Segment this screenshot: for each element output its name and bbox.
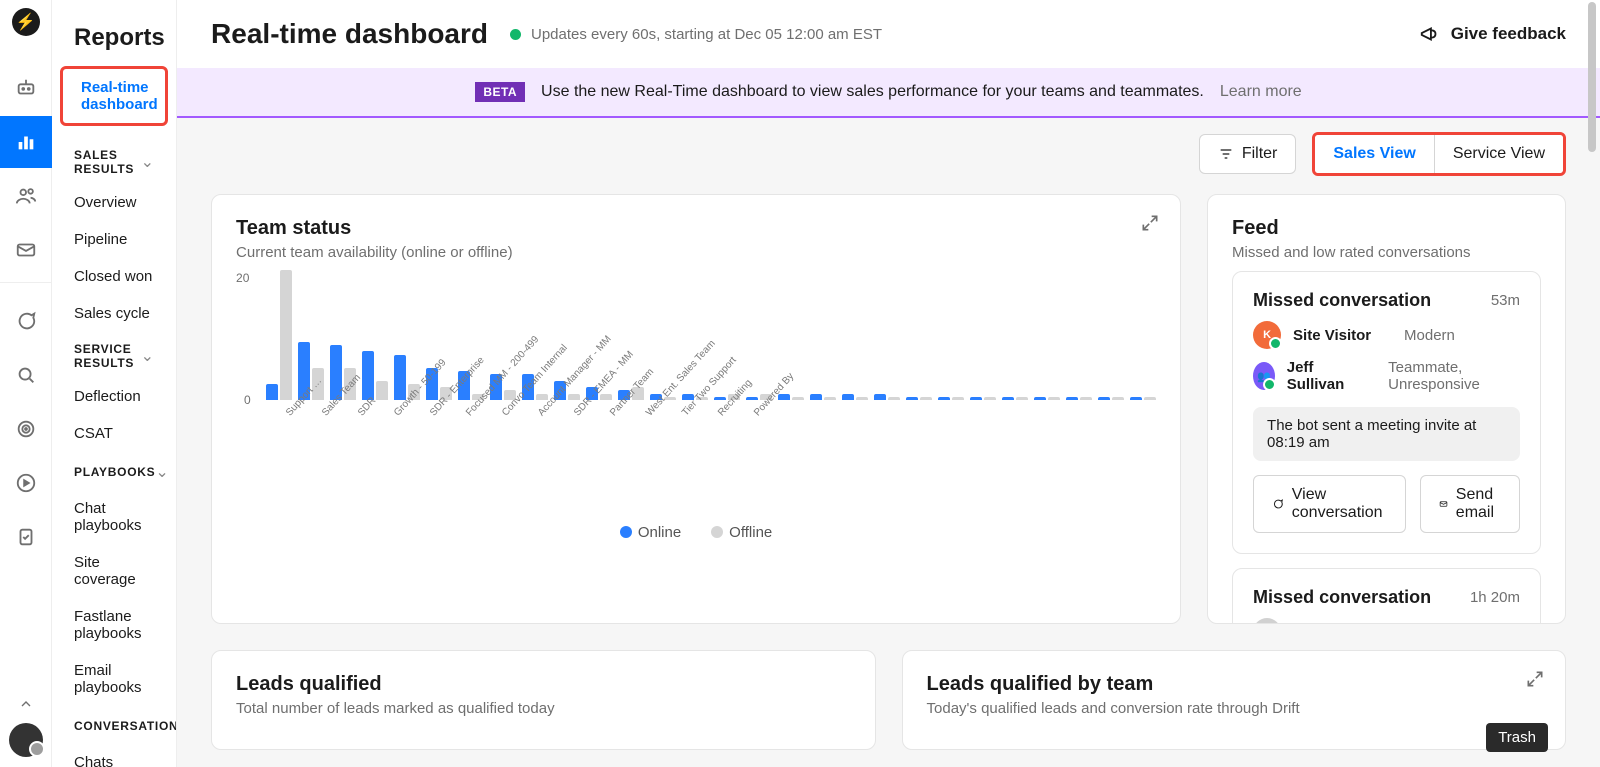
rail-play-icon[interactable] [0, 457, 52, 509]
nav-item[interactable]: Closed won [52, 258, 176, 295]
sidebar-item-realtime[interactable]: Real-time dashboard [60, 66, 168, 126]
rail-people-icon[interactable] [0, 170, 52, 222]
nav-item[interactable]: Chats [52, 744, 176, 767]
person-avatar: K [1253, 321, 1281, 349]
rail-search-icon[interactable] [0, 349, 52, 401]
send-email-button[interactable]: Send email [1420, 475, 1520, 533]
chevron-down-icon: ⌄ [141, 346, 154, 366]
card-team-status: Team status Current team availability (o… [211, 194, 1181, 624]
filter-button[interactable]: Filter [1199, 134, 1297, 174]
scrollbar[interactable] [1584, 0, 1600, 767]
toolbar: Filter Sales View Service View [177, 118, 1600, 186]
nav-item[interactable]: Overview [52, 184, 176, 221]
nav-item[interactable]: Pipeline [52, 221, 176, 258]
card-title: Team status [236, 217, 1156, 240]
sales-view-tab[interactable]: Sales View [1315, 135, 1433, 173]
card-subtitle: Current team availability (online or off… [236, 244, 1156, 261]
beta-banner: BETA Use the new Real-Time dashboard to … [177, 68, 1600, 118]
filter-icon [1218, 146, 1234, 162]
collapse-panel-icon[interactable] [18, 696, 34, 717]
megaphone-icon [1419, 23, 1441, 45]
icon-rail: ⚡ [0, 0, 52, 767]
feed-item[interactable]: Missed conversation1h 20mTWThomas Willia… [1232, 568, 1541, 624]
view-conversation-button[interactable]: View conversation [1253, 475, 1406, 533]
chevron-down-icon: ⌄ [141, 152, 154, 172]
team-status-chart [266, 271, 1156, 401]
rail-bot-icon[interactable] [0, 62, 52, 114]
group-service_results[interactable]: SERVICE RESULTS⌄ [52, 332, 176, 378]
banner-text: Use the new Real-Time dashboard to view … [541, 83, 1204, 101]
expand-icon[interactable] [1140, 213, 1160, 238]
nav-item[interactable]: CSAT [52, 415, 176, 452]
side-panel: Reports Real-time dashboard SALES RESULT… [52, 0, 177, 767]
nav-item[interactable]: Site coverage [52, 544, 176, 598]
feed-item[interactable]: Missed conversation53mKSite Visitor Mode… [1232, 271, 1541, 554]
nav-item[interactable]: Chat playbooks [52, 490, 176, 544]
user-avatar[interactable] [9, 723, 43, 757]
learn-more-link[interactable]: Learn more [1220, 83, 1302, 101]
card-title: Feed [1232, 217, 1541, 240]
logo-icon[interactable]: ⚡ [12, 8, 40, 36]
panel-title: Reports [52, 14, 176, 66]
card-leads-by-team: Leads qualified by team Today's qualifie… [902, 650, 1566, 750]
status-dot-icon [510, 29, 521, 40]
person-avatar: TW [1253, 618, 1281, 624]
nav-item[interactable]: Fastlane playbooks [52, 598, 176, 652]
group-conversations[interactable]: CONVERSATIONS⌄ [52, 706, 176, 744]
group-sales_results[interactable]: SALES RESULTS⌄ [52, 138, 176, 184]
chevron-down-icon: ⌄ [155, 462, 168, 482]
rail-target-icon[interactable] [0, 403, 52, 455]
rail-chat-icon[interactable] [0, 295, 52, 347]
main: Real-time dashboard Updates every 60s, s… [177, 0, 1600, 767]
rail-clipboard-icon[interactable] [0, 511, 52, 563]
expand-icon[interactable] [1525, 669, 1545, 694]
service-view-tab[interactable]: Service View [1435, 135, 1563, 173]
rail-mail-icon[interactable] [0, 224, 52, 276]
trash-tooltip: Trash [1486, 723, 1548, 752]
card-subtitle: Missed and low rated conversations [1232, 244, 1541, 261]
group-playbooks[interactable]: PLAYBOOKS⌄ [52, 452, 176, 490]
person-avatar: 👥 [1253, 362, 1275, 390]
page-title: Real-time dashboard [211, 18, 488, 50]
give-feedback-button[interactable]: Give feedback [1419, 23, 1566, 45]
rail-reports-icon[interactable] [0, 116, 52, 168]
beta-tag: BETA [475, 82, 525, 102]
card-leads-qualified: Leads qualified Total number of leads ma… [211, 650, 875, 750]
nav-item[interactable]: Email playbooks [52, 652, 176, 706]
view-toggle: Sales View Service View [1312, 132, 1566, 176]
update-status: Updates every 60s, starting at Dec 05 12… [510, 26, 882, 43]
card-feed: Feed Missed and low rated conversations … [1207, 194, 1566, 624]
nav-item[interactable]: Sales cycle [52, 295, 176, 332]
nav-item[interactable]: Deflection [52, 378, 176, 415]
